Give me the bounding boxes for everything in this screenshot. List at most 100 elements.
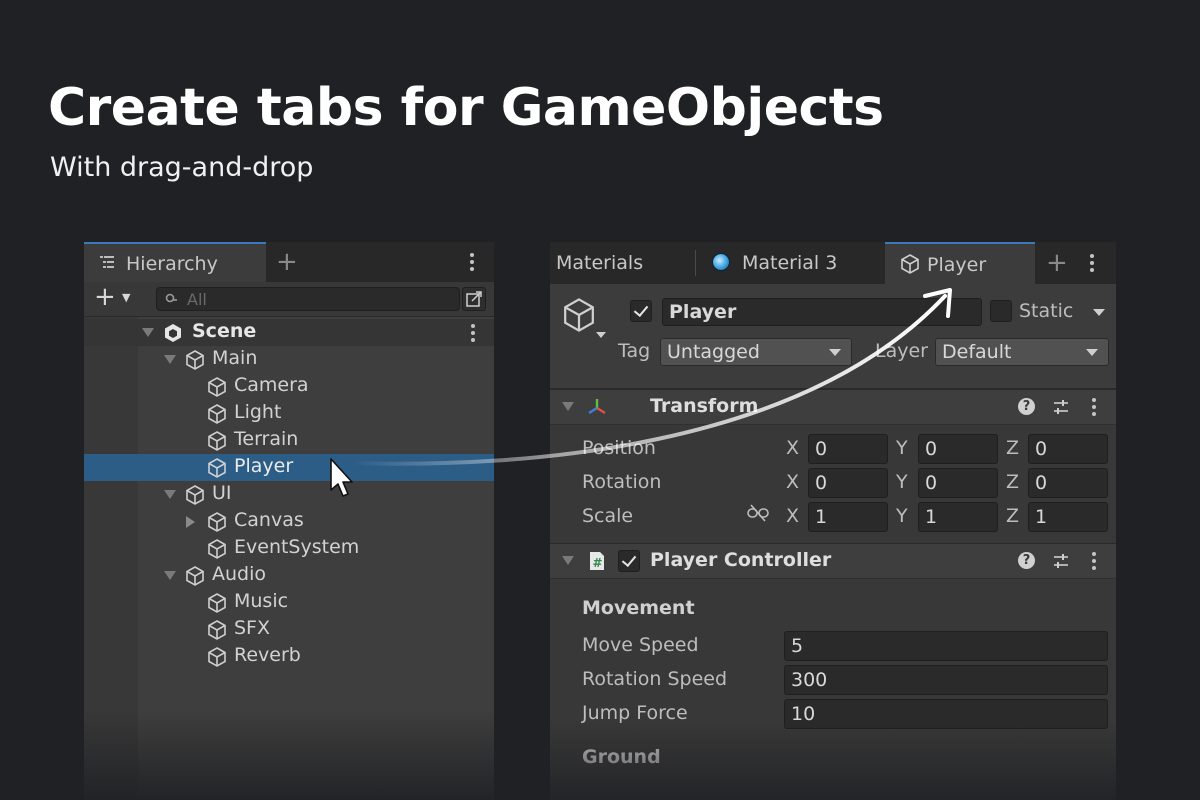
position-z-field[interactable]: 0 xyxy=(1028,434,1108,464)
tab-hierarchy[interactable]: Hierarchy xyxy=(84,242,266,282)
tag-dropdown[interactable]: Untagged xyxy=(660,338,852,366)
gameobject-cube-icon xyxy=(186,566,204,586)
tab-player[interactable]: Player xyxy=(885,242,1035,284)
presets-icon[interactable] xyxy=(1052,552,1070,570)
gameobject-cube-icon xyxy=(186,485,204,505)
component-title: Player Controller xyxy=(650,549,832,571)
collapsed-arrow-icon[interactable] xyxy=(186,516,195,528)
icon-dropdown-icon[interactable] xyxy=(596,332,606,338)
static-checkbox[interactable] xyxy=(990,300,1012,322)
gameobject-cube-icon xyxy=(208,377,226,397)
presets-icon[interactable] xyxy=(1052,398,1070,416)
create-plus-icon[interactable]: + xyxy=(94,284,116,310)
tab-material-3[interactable]: Material 3 xyxy=(698,242,878,284)
tab-materials[interactable]: Materials xyxy=(550,242,695,284)
popout-icon[interactable] xyxy=(462,287,486,311)
chevron-down-icon[interactable]: ▼ xyxy=(122,291,130,304)
jump-force-field[interactable]: 10 xyxy=(784,699,1108,729)
ground-section-header: Ground xyxy=(582,746,661,768)
transform-rotation-row: Rotation X 0 Y 0 Z 0 xyxy=(550,468,1116,498)
static-dropdown-icon[interactable] xyxy=(1093,309,1105,316)
gameobject-cube-icon xyxy=(208,620,226,640)
hierarchy-item-sfx[interactable]: SFX xyxy=(84,616,494,643)
expand-arrow-icon[interactable] xyxy=(164,571,176,580)
scale-x-field[interactable]: 1 xyxy=(808,502,888,532)
more-menu-icon[interactable] xyxy=(470,253,474,274)
transform-header[interactable]: Transform ? xyxy=(550,389,1116,425)
hierarchy-item-main[interactable]: Main xyxy=(84,346,494,373)
scene-menu-icon[interactable] xyxy=(471,324,475,345)
svg-text:#: # xyxy=(593,556,603,570)
enabled-checkbox[interactable] xyxy=(618,550,640,572)
expand-arrow-icon[interactable] xyxy=(164,355,176,364)
panel-fade xyxy=(84,710,494,800)
subheadline: With drag-and-drop xyxy=(50,152,314,183)
axis-y-label: Y xyxy=(896,437,908,459)
help-icon[interactable]: ? xyxy=(1018,398,1035,415)
help-icon[interactable]: ? xyxy=(1018,552,1035,569)
tab-label: Materials xyxy=(556,252,644,274)
expand-arrow-icon[interactable] xyxy=(164,490,176,499)
hierarchy-item-reverb[interactable]: Reverb xyxy=(84,643,494,670)
gameobject-header: Player Static Tag Untagged Layer Default xyxy=(550,284,1116,389)
hierarchy-item-terrain[interactable]: Terrain xyxy=(84,427,494,454)
gameobject-cube-icon xyxy=(901,254,919,274)
item-label: UI xyxy=(212,482,232,504)
hierarchy-toolbar: + ▼ All xyxy=(84,282,494,317)
gameobject-large-icon xyxy=(564,298,594,332)
axis-y-label: Y xyxy=(896,505,908,527)
component-menu-icon[interactable] xyxy=(1092,398,1096,419)
rotation-x-field[interactable]: 0 xyxy=(808,468,888,498)
search-input[interactable]: All xyxy=(156,287,460,311)
hierarchy-item-music[interactable]: Music xyxy=(84,589,494,616)
transform-scale-row: Scale X 1 Y 1 Z 1 xyxy=(550,502,1116,532)
axis-x-label: X xyxy=(786,437,800,459)
hierarchy-item-eventsystem[interactable]: EventSystem xyxy=(84,535,494,562)
hierarchy-item-audio[interactable]: Audio xyxy=(84,562,494,589)
layer-dropdown[interactable]: Default xyxy=(935,338,1109,366)
position-x-field[interactable]: 0 xyxy=(808,434,888,464)
player-controller-header[interactable]: # Player Controller ? xyxy=(550,543,1116,579)
rotation-z-field[interactable]: 0 xyxy=(1028,468,1108,498)
hierarchy-item-light[interactable]: Light xyxy=(84,400,494,427)
inspector-panel: Materials Material 3 Player + Player Sta xyxy=(550,242,1116,800)
more-menu-icon[interactable] xyxy=(1090,254,1094,275)
csharp-script-icon: # xyxy=(590,552,604,570)
item-label: SFX xyxy=(234,617,271,639)
item-label: Canvas xyxy=(234,509,304,531)
rotation-y-field[interactable]: 0 xyxy=(918,468,998,498)
item-label: Camera xyxy=(234,374,309,396)
scale-y-field[interactable]: 1 xyxy=(918,502,998,532)
item-label: Light xyxy=(234,401,282,423)
scene-label: Scene xyxy=(192,320,257,342)
property-label: Jump Force xyxy=(582,702,688,724)
add-tab-icon[interactable]: + xyxy=(1046,250,1068,276)
collapse-arrow-icon[interactable] xyxy=(562,402,574,411)
gameobject-cube-icon xyxy=(208,647,226,667)
hierarchy-item-camera[interactable]: Camera xyxy=(84,373,494,400)
static-label: Static xyxy=(1019,300,1074,322)
item-label: Player xyxy=(234,455,294,477)
position-y-field[interactable]: 0 xyxy=(918,434,998,464)
property-label: Move Speed xyxy=(582,634,699,656)
hierarchy-item-canvas[interactable]: Canvas xyxy=(84,508,494,535)
collapse-arrow-icon[interactable] xyxy=(562,556,574,565)
move-speed-field[interactable]: 5 xyxy=(784,631,1108,661)
rotation-speed-field[interactable]: 300 xyxy=(784,665,1108,695)
name-field[interactable]: Player xyxy=(662,298,982,326)
gameobject-cube-icon xyxy=(208,512,226,532)
gameobject-cube-icon xyxy=(208,404,226,424)
scene-row[interactable]: Scene xyxy=(84,319,494,346)
expand-arrow-icon[interactable] xyxy=(142,328,154,337)
active-checkbox[interactable] xyxy=(630,300,652,322)
hierarchy-item-player[interactable]: Player xyxy=(84,454,494,481)
tab-divider xyxy=(695,250,696,276)
add-tab-icon[interactable]: + xyxy=(276,249,298,275)
item-label: Terrain xyxy=(234,428,299,450)
hierarchy-item-ui[interactable]: UI xyxy=(84,481,494,508)
component-menu-icon[interactable] xyxy=(1092,552,1096,573)
chevron-down-icon xyxy=(1086,349,1098,356)
axis-x-label: X xyxy=(786,505,800,527)
scale-z-field[interactable]: 1 xyxy=(1028,502,1108,532)
list-icon xyxy=(100,256,114,268)
